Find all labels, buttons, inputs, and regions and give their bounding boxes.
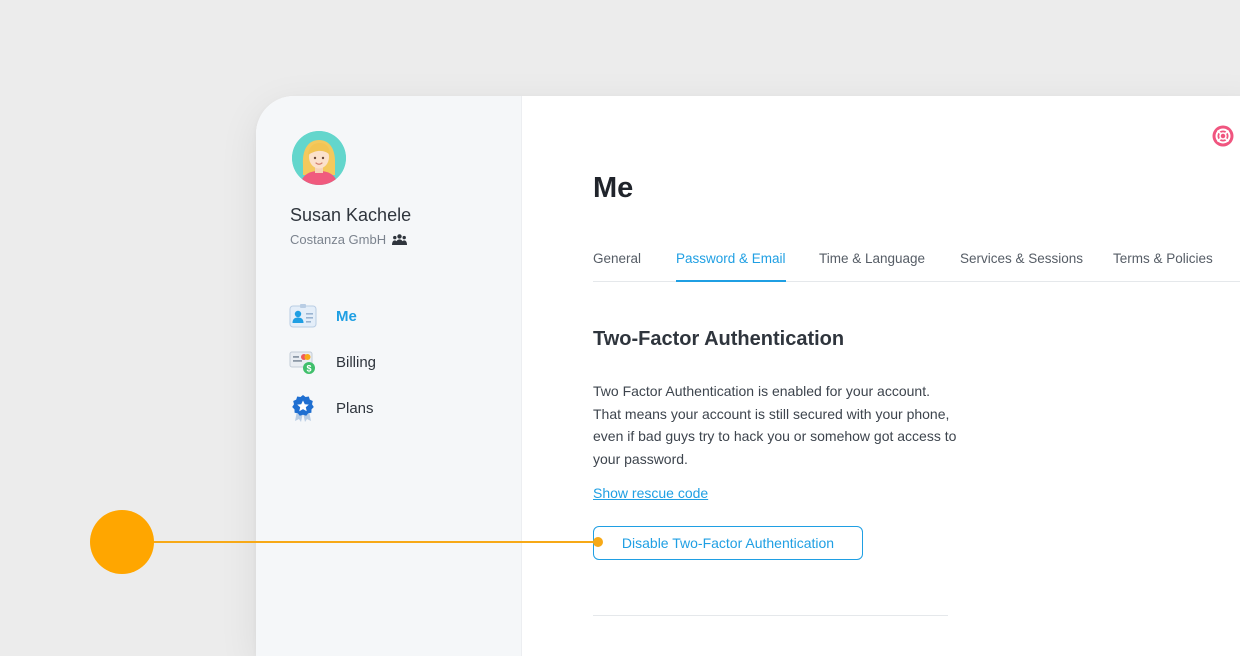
sidebar: Susan Kachele Costanza GmbH Me $ Billing…	[256, 96, 522, 656]
sidebar-item-plans[interactable]: Plans	[289, 394, 376, 422]
section-title: Two-Factor Authentication	[593, 328, 845, 350]
tab-terms-policies[interactable]: Terms & Policies	[1113, 251, 1213, 280]
callout-marker	[90, 510, 154, 574]
callout-pointer-dot	[593, 537, 603, 547]
disable-two-factor-button[interactable]: Disable Two-Factor Authentication	[593, 526, 863, 560]
tab-bar: General Password & Email Time & Language…	[593, 241, 1240, 282]
callout-line	[152, 541, 597, 543]
sidebar-item-me[interactable]: Me	[289, 302, 376, 330]
plan-badge-icon	[289, 394, 317, 422]
show-rescue-code-link[interactable]: Show rescue code	[593, 485, 708, 501]
tab-general[interactable]: General	[593, 251, 641, 280]
app-window: Susan Kachele Costanza GmbH Me $ Billing…	[256, 96, 1240, 656]
avatar-illustration	[292, 131, 346, 185]
sidebar-item-label: Me	[336, 307, 357, 325]
sidebar-nav: Me $ Billing Plans	[289, 302, 376, 440]
section-divider	[593, 615, 948, 616]
main-panel: Me General Password & Email Time & Langu…	[521, 96, 1240, 656]
billing-icon: $	[289, 348, 317, 376]
help-lifebuoy-icon[interactable]	[1212, 125, 1234, 147]
svg-text:$: $	[306, 364, 311, 374]
sidebar-item-label: Plans	[336, 399, 374, 417]
tab-password-email[interactable]: Password & Email	[676, 251, 786, 282]
sidebar-item-label: Billing	[336, 353, 377, 371]
tab-time-language[interactable]: Time & Language	[819, 251, 925, 280]
section-description: Two Factor Authentication is enabled for…	[593, 383, 957, 467]
id-card-icon	[289, 302, 317, 330]
user-company-row: Costanza GmbH	[290, 232, 408, 247]
user-name: Susan Kachele	[290, 205, 412, 225]
page-title: Me	[593, 172, 634, 204]
tab-services-sessions[interactable]: Services & Sessions	[960, 251, 1083, 280]
user-company: Costanza GmbH	[290, 232, 387, 247]
avatar[interactable]	[292, 131, 346, 185]
sidebar-item-billing[interactable]: $ Billing	[289, 348, 376, 376]
team-icon	[392, 234, 408, 245]
